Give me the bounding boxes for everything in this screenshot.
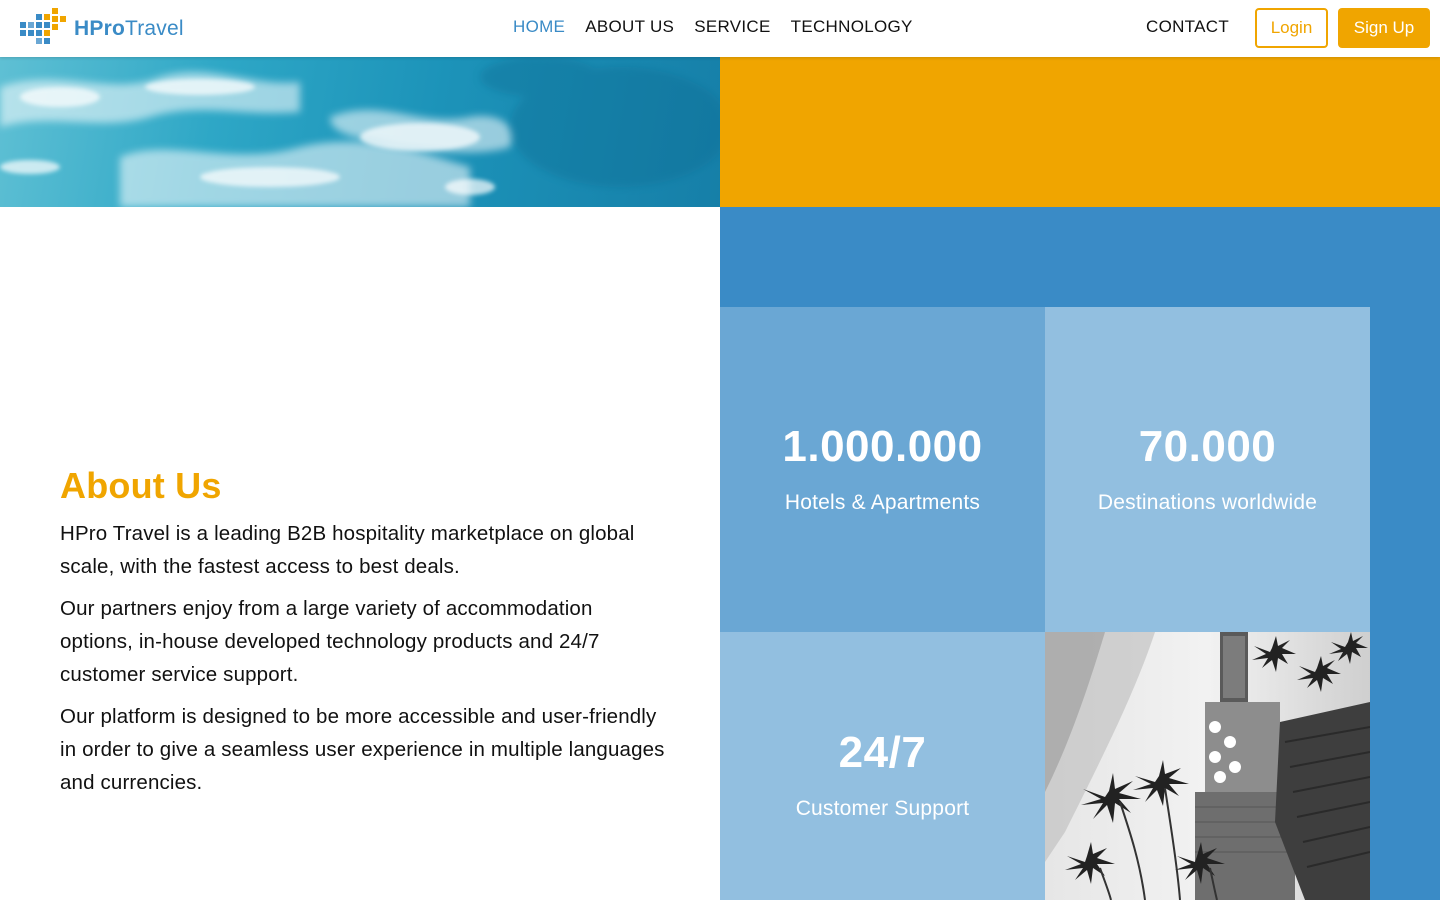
stat-value: 24/7 — [838, 728, 927, 777]
about-paragraph: Our platform is designed to be more acce… — [60, 705, 665, 794]
beach-resort-graphic — [1045, 632, 1370, 900]
ocean-waves-graphic — [0, 57, 720, 207]
beach-resort-image — [1045, 632, 1370, 900]
stat-tile-hotels: 1.000.000 Hotels & Apartments — [720, 307, 1045, 632]
ocean-waves-image — [0, 57, 720, 207]
stat-label: Customer Support — [795, 797, 970, 820]
orange-accent-block — [720, 57, 1440, 207]
logo-mark-icon — [20, 8, 72, 50]
nav-contact[interactable]: CONTACT — [1146, 17, 1229, 37]
brand-name-bold: HPro — [74, 17, 125, 40]
brand-logo[interactable]: HProTravel — [20, 8, 184, 50]
site-header: HProTravel HOME ABOUT US SERVICE TECHNOL… — [0, 0, 1440, 57]
stat-label: Hotels & Apartments — [784, 490, 981, 514]
brand-name: HProTravel — [74, 17, 184, 41]
nav-about-us[interactable]: ABOUT US — [585, 17, 674, 37]
nav-service[interactable]: SERVICE — [694, 17, 770, 37]
stat-value: 70.000 — [1138, 421, 1277, 471]
login-button[interactable]: Login — [1255, 8, 1328, 48]
main-nav: HOME ABOUT US SERVICE TECHNOLOGY — [513, 17, 933, 37]
stat-tile-destinations: 70.000 Destinations worldwide — [1045, 307, 1370, 632]
stat-label: Destinations worldwide — [1097, 490, 1318, 514]
nav-home[interactable]: HOME — [513, 17, 565, 37]
about-section: About Us HPro Travel is a leading B2B ho… — [60, 465, 670, 808]
signup-button[interactable]: Sign Up — [1338, 8, 1430, 48]
about-paragraph: Our partners enjoy from a large variety … — [60, 597, 600, 686]
nav-technology[interactable]: TECHNOLOGY — [791, 17, 913, 37]
stat-tile-support: 24/7 Customer Support — [720, 632, 1045, 900]
brand-name-light: Travel — [124, 17, 184, 40]
stat-value: 1.000.000 — [782, 421, 983, 471]
about-paragraph: HPro Travel is a leading B2B hospitality… — [60, 522, 635, 578]
about-heading: About Us — [60, 465, 222, 506]
